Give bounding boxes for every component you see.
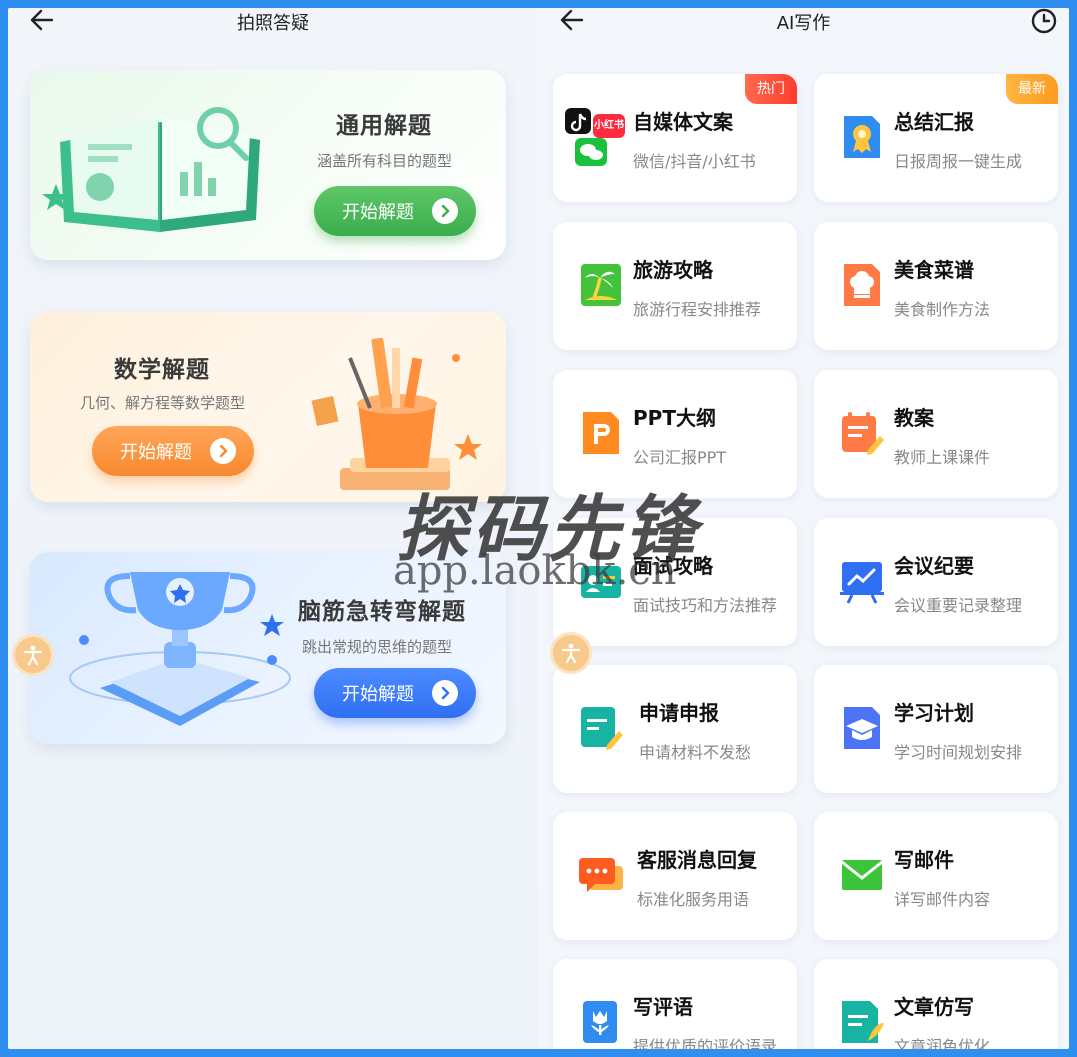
tile-title: 教案: [894, 406, 934, 430]
tile-subtitle: 日报周报一键生成: [894, 152, 1023, 171]
card-subtitle: 跳出常规的思维的题型: [302, 638, 453, 656]
report-icon: [844, 116, 880, 158]
tile-title: 申请申报: [639, 701, 719, 725]
button-label: 开始解题: [342, 684, 414, 705]
tile-social-media-copy[interactable]: 小红书 自媒体文案 微信/抖音/小红书 热门: [553, 74, 797, 202]
hot-badge: 热门: [745, 74, 797, 104]
tile-subtitle: 面试技巧和方法推荐: [633, 596, 778, 615]
tile-subtitle: 文章润色优化: [894, 1037, 991, 1049]
tile-title: 自媒体文案: [633, 110, 733, 134]
trophy-illustration: [69, 572, 291, 726]
tile-subtitle: 美食制作方法: [894, 300, 991, 319]
tile-lesson-plan[interactable]: 教案 教师上课课件: [814, 370, 1058, 498]
palm-tree-icon: [581, 264, 621, 306]
tulip-icon: [583, 1001, 617, 1043]
application-icon: [581, 707, 623, 750]
tile-subtitle: 提供优质的评价语录: [633, 1037, 778, 1049]
tile-travel-guide[interactable]: 旅游攻略 旅游行程安排推荐: [553, 222, 797, 350]
open-book-illustration: [42, 107, 260, 232]
chevron-right-icon: [432, 680, 458, 706]
card-title: 通用解题: [336, 113, 432, 139]
page-title: 拍照答疑: [237, 13, 309, 34]
tile-subtitle: 详写邮件内容: [894, 890, 991, 909]
page-title: AI写作: [776, 13, 831, 34]
app-frame: 拍照答疑 通用解题 涵盖所有科目的题型 开始解题 数学解题 几何、解方程等数学题…: [8, 8, 1069, 1049]
tile-title: 写邮件: [894, 848, 954, 872]
tile-title: 客服消息回复: [637, 848, 757, 872]
mail-icon: [841, 860, 883, 890]
tile-write-email[interactable]: 写邮件 详写邮件内容: [814, 812, 1058, 940]
chef-hat-icon: [844, 264, 880, 306]
card-subtitle: 涵盖所有科目的题型: [317, 152, 453, 170]
tile-title: 文章仿写: [894, 995, 974, 1019]
social-media-icon: 小红书: [563, 108, 627, 168]
chevron-right-icon: [210, 438, 236, 464]
start-solve-button[interactable]: 开始解题: [92, 426, 254, 476]
tile-subtitle: 会议重要记录整理: [894, 596, 1023, 615]
tile-title: 学习计划: [894, 701, 974, 725]
button-label: 开始解题: [120, 442, 192, 463]
chat-bubble-icon: [579, 858, 623, 892]
accessibility-icon: [561, 643, 581, 664]
graduation-cap-icon: [844, 707, 880, 749]
start-solve-button[interactable]: 开始解题: [314, 668, 476, 718]
tile-subtitle: 学习时间规划安排: [894, 743, 1023, 762]
tile-title: 总结汇报: [894, 110, 974, 134]
tile-title: 美食菜谱: [894, 258, 974, 282]
article-icon: [842, 1001, 884, 1043]
tile-subtitle: 微信/抖音/小红书: [633, 152, 756, 171]
tile-subtitle: 教师上课课件: [894, 448, 991, 467]
card-title: 数学解题: [114, 357, 210, 383]
accessibility-float-button[interactable]: [12, 634, 54, 676]
tile-study-plan[interactable]: 学习计划 学习时间规划安排: [814, 665, 1058, 793]
lesson-plan-icon: [842, 412, 884, 455]
chevron-right-icon: [432, 198, 458, 224]
history-clock-icon[interactable]: [1031, 8, 1057, 34]
tile-title: PPT大纲: [633, 406, 716, 430]
tile-subtitle: 旅游行程安排推荐: [633, 300, 762, 319]
tile-application[interactable]: 申请申报 申请材料不发愁: [553, 665, 797, 793]
accessibility-icon: [23, 645, 43, 666]
card-subtitle: 几何、解方程等数学题型: [80, 394, 246, 412]
tile-recipe[interactable]: 美食菜谱 美食制作方法: [814, 222, 1058, 350]
general-solve-card[interactable]: 通用解题 涵盖所有科目的题型 开始解题: [30, 70, 506, 268]
xiaohongshu-label: 小红书: [594, 120, 624, 131]
new-badge: 最新: [1006, 74, 1058, 104]
tile-customer-service-reply[interactable]: 客服消息回复 标准化服务用语: [553, 812, 797, 940]
button-label: 开始解题: [342, 202, 414, 223]
top-bar: AI写作: [538, 8, 1069, 34]
tile-title: 会议纪要: [894, 554, 974, 578]
tile-subtitle: 公司汇报PPT: [633, 448, 727, 467]
watermark-url: app.laokbk.cn: [393, 548, 677, 594]
tile-subtitle: 标准化服务用语: [637, 890, 750, 909]
tile-meeting-minutes[interactable]: 会议纪要 会议重要记录整理: [814, 518, 1058, 646]
tile-write-comments[interactable]: 写评语 提供优质的评价语录: [553, 959, 797, 1049]
tile-title: 旅游攻略: [633, 258, 713, 282]
tile-title: 写评语: [633, 995, 693, 1019]
ppt-icon: [583, 412, 619, 454]
tile-subtitle: 申请材料不发愁: [639, 743, 752, 762]
card-title: 脑筋急转弯解题: [298, 599, 466, 625]
tile-article-rewrite[interactable]: 文章仿写 文章润色优化: [814, 959, 1058, 1049]
top-bar: 拍照答疑: [8, 8, 538, 34]
meeting-board-icon: [840, 562, 884, 604]
start-solve-button[interactable]: 开始解题: [314, 186, 476, 236]
accessibility-float-button[interactable]: [550, 632, 592, 674]
tile-summary-report[interactable]: 总结汇报 日报周报一键生成 最新: [814, 74, 1058, 202]
